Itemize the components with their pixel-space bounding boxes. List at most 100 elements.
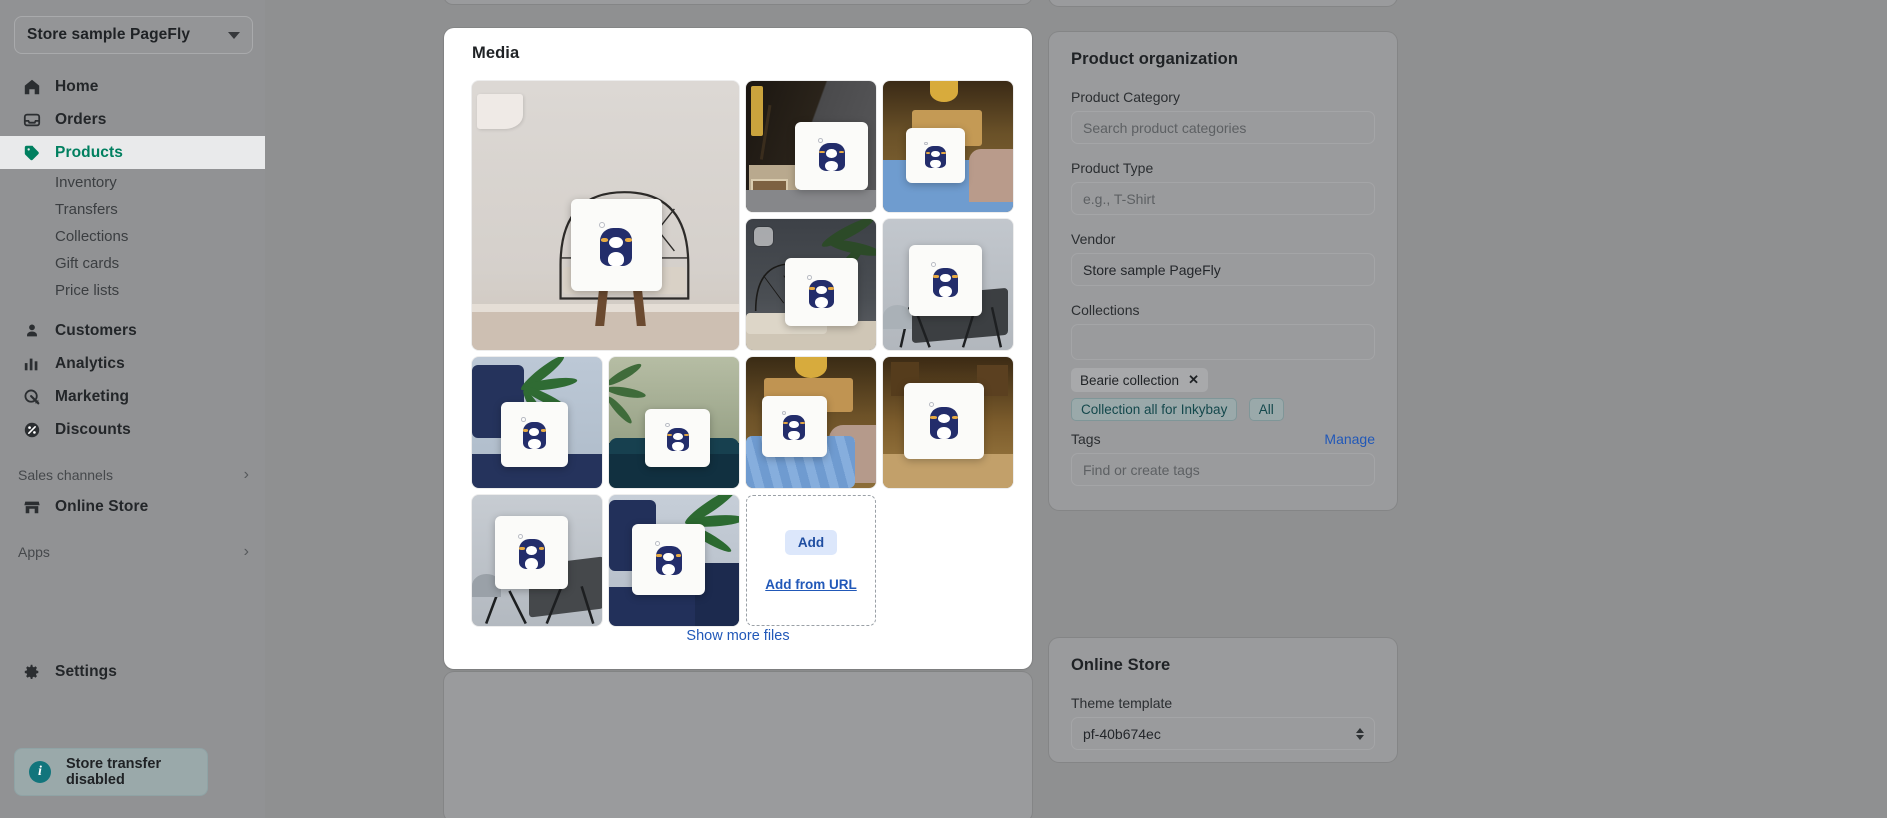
- media-card: Media Add Add from URL Show more files: [444, 28, 1032, 669]
- media-tile-pillow-green-wall-blanket[interactable]: [609, 357, 739, 488]
- online-store-card: Online Store Theme template pf-40b674ec: [1049, 638, 1397, 762]
- sidebar-subitem-label: Gift cards: [55, 255, 120, 272]
- sidebar-item-online-store[interactable]: Online Store: [0, 490, 265, 523]
- product-category-input[interactable]: Search product categories: [1071, 111, 1375, 144]
- gear-icon: [21, 661, 43, 683]
- sidebar-item-label: Products: [55, 143, 123, 161]
- sidebar-item-orders[interactable]: Orders: [0, 103, 265, 136]
- manage-tags-link[interactable]: Manage: [1324, 431, 1375, 447]
- sidebar-item-settings[interactable]: Settings: [0, 655, 265, 688]
- sidebar-item-label: Online Store: [55, 497, 149, 515]
- tag-icon: [21, 142, 43, 164]
- sidebar-item-collections[interactable]: Collections: [0, 223, 265, 250]
- product-type-label: Product Type: [1071, 160, 1154, 176]
- media-dropzone[interactable]: Add Add from URL: [746, 495, 876, 626]
- sidebar-item-transfers[interactable]: Transfers: [0, 196, 265, 223]
- store-transfer-notice[interactable]: i Store transfer disabled: [14, 748, 208, 796]
- collections-label: Collections: [1071, 302, 1140, 318]
- media-thumbnail: [609, 357, 739, 488]
- shopify-admin-product-page: Store sample PageFly Home Orders Product…: [0, 0, 1887, 818]
- vendor-label: Vendor: [1071, 231, 1116, 247]
- product-category-label: Product Category: [1071, 89, 1180, 105]
- card-above-partial: [444, 0, 1032, 4]
- media-tile-pillow-on-grey-bench[interactable]: [883, 219, 1013, 350]
- media-thumbnail: [472, 81, 739, 350]
- right-card-partial: [1049, 0, 1397, 6]
- orders-icon: [21, 109, 43, 131]
- bar-chart-icon: [21, 353, 43, 375]
- media-grid: Add Add from URL: [472, 81, 1013, 626]
- media-thumbnail: [472, 357, 602, 488]
- media-tile-checkbox[interactable]: [754, 227, 773, 246]
- sidebar-subitem-label: Collections: [55, 228, 129, 245]
- sidebar-item-customers[interactable]: Customers: [0, 314, 265, 347]
- sidebar-subitem-label: Transfers: [55, 201, 118, 218]
- theme-template-select[interactable]: pf-40b674ec: [1071, 717, 1375, 750]
- sidebar-item-analytics[interactable]: Analytics: [0, 347, 265, 380]
- main-content: Media Add Add from URL Show more files P…: [265, 0, 1887, 818]
- media-tile-pillow-blue-knit-fireplace[interactable]: [883, 81, 1013, 212]
- collection-chip-bearie[interactable]: Bearie collection ✕: [1071, 368, 1208, 392]
- collection-suggestion-all[interactable]: All: [1248, 398, 1284, 421]
- close-icon[interactable]: ✕: [1188, 372, 1199, 388]
- marketing-icon: [21, 386, 43, 408]
- store-switcher[interactable]: Store sample PageFly: [14, 16, 253, 54]
- media-thumbnail: [883, 219, 1013, 350]
- media-thumbnail: [472, 495, 602, 626]
- sidebar-item-products[interactable]: Products: [0, 136, 265, 169]
- media-tile-pillow-on-wire-chair[interactable]: [472, 81, 739, 350]
- sidebar: Store sample PageFly Home Orders Product…: [0, 0, 265, 818]
- chevron-down-icon: [228, 31, 240, 39]
- add-from-url-link[interactable]: Add from URL: [765, 577, 857, 592]
- vendor-input[interactable]: Store sample PageFly: [1071, 253, 1375, 286]
- media-thumbnail: [746, 81, 876, 212]
- product-type-input[interactable]: e.g., T-Shirt: [1071, 182, 1375, 215]
- sidebar-nav: Home Orders Products Inventory Transfers: [0, 70, 265, 567]
- sidebar-section-label: Apps: [18, 544, 50, 560]
- sidebar-item-label: Customers: [55, 321, 137, 339]
- sidebar-item-price-lists[interactable]: Price lists: [0, 277, 265, 304]
- theme-template-label: Theme template: [1071, 695, 1173, 711]
- sidebar-item-label: Orders: [55, 110, 107, 128]
- media-tile-pillow-dark-damask-wall[interactable]: [746, 81, 876, 212]
- media-tile-pillow-bookshelf-warm[interactable]: [883, 357, 1013, 488]
- sidebar-item-home[interactable]: Home: [0, 70, 265, 103]
- tags-row: Tags Manage: [1071, 431, 1375, 447]
- tags-input[interactable]: Find or create tags: [1071, 453, 1375, 486]
- sidebar-subitem-label: Inventory: [55, 174, 117, 191]
- sidebar-section-sales-channels[interactable]: Sales channels ›: [0, 460, 265, 490]
- home-icon: [21, 76, 43, 98]
- sidebar-settings-wrap: Settings: [0, 655, 265, 688]
- media-tile-pillow-grey-metal-bench[interactable]: [472, 495, 602, 626]
- collection-chip-label: Bearie collection: [1080, 372, 1180, 388]
- media-thumbnail: [609, 495, 739, 626]
- collections-input[interactable]: [1071, 324, 1375, 360]
- person-icon: [21, 320, 43, 342]
- sidebar-item-inventory[interactable]: Inventory: [0, 169, 265, 196]
- chevron-right-icon: ›: [243, 543, 249, 560]
- media-tile-pillow-navy-sofa-plant[interactable]: [472, 357, 602, 488]
- online-store-title: Online Store: [1071, 656, 1171, 674]
- collection-suggestion-inkybay[interactable]: Collection all for Inkybay: [1071, 398, 1238, 421]
- sidebar-item-label: Home: [55, 77, 99, 95]
- media-thumbnail: [883, 81, 1013, 212]
- media-tile-pillow-with-palm-dark[interactable]: [746, 219, 876, 350]
- store-transfer-label: Store transfer disabled: [66, 756, 162, 788]
- media-tile-pillow-navy-armchair-plant[interactable]: [609, 495, 739, 626]
- show-more-files-link[interactable]: Show more files: [444, 628, 1032, 644]
- sidebar-item-gift-cards[interactable]: Gift cards: [0, 250, 265, 277]
- add-media-button[interactable]: Add: [784, 529, 838, 555]
- sidebar-item-label: Marketing: [55, 387, 130, 405]
- media-section-title: Media: [472, 44, 520, 62]
- sidebar-item-discounts[interactable]: Discounts: [0, 413, 265, 446]
- sidebar-section-label: Sales channels: [18, 467, 113, 483]
- sidebar-item-label: Analytics: [55, 354, 125, 372]
- card-below-partial: [444, 672, 1032, 818]
- sidebar-section-apps[interactable]: Apps ›: [0, 537, 265, 567]
- sidebar-item-marketing[interactable]: Marketing: [0, 380, 265, 413]
- tags-label: Tags: [1071, 431, 1101, 447]
- product-organization-card: Product organization Product Category Se…: [1049, 32, 1397, 510]
- media-tile-pillow-blue-chunky-knit[interactable]: [746, 357, 876, 488]
- collection-suggestions: Collection all for Inkybay All: [1071, 398, 1375, 421]
- product-organization-title: Product organization: [1071, 50, 1238, 68]
